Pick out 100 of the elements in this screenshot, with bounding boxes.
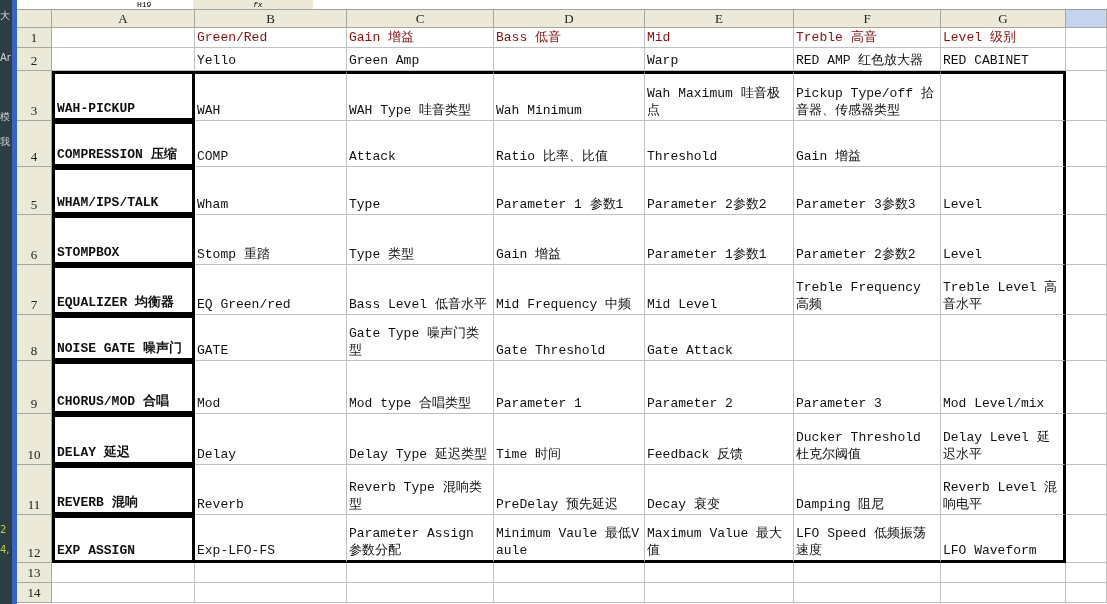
- table-cell: [1066, 361, 1107, 414]
- row-header[interactable]: 3: [17, 71, 52, 121]
- table-cell: Parameter 3参数3: [794, 167, 941, 215]
- table-cell: Reverb Type 混响类型: [347, 465, 494, 515]
- table-cell: [1066, 215, 1107, 265]
- table-cell: Mid Level: [645, 265, 794, 315]
- table-cell: Ducker Threshold 杜克尔阈值: [794, 414, 941, 465]
- table-cell: [1066, 563, 1107, 583]
- panel-text: 2: [0, 524, 7, 536]
- column-header[interactable]: B: [195, 10, 347, 28]
- table-cell: EXP ASSIGN: [52, 515, 195, 563]
- column-header[interactable]: F: [794, 10, 941, 28]
- table-cell: Gate Threshold: [494, 315, 645, 361]
- table-cell: Treble Level 高音水平: [941, 265, 1066, 315]
- table-cell: Bass Level 低音水平: [347, 265, 494, 315]
- row-header[interactable]: 9: [17, 361, 52, 414]
- table-cell: DELAY 延迟: [52, 414, 195, 465]
- table-cell: Treble Frequency 高频: [794, 265, 941, 315]
- column-header[interactable]: A: [52, 10, 195, 28]
- table-cell: LFO Waveform: [941, 515, 1066, 563]
- table-cell: Level: [941, 215, 1066, 265]
- table-cell: WAH Type 哇音类型: [347, 71, 494, 121]
- table-cell: Warp: [645, 48, 794, 71]
- row-header[interactable]: 13: [17, 563, 52, 583]
- table-cell: Mod type 合唱类型: [347, 361, 494, 414]
- table-cell: RED AMP 红色放大器: [794, 48, 941, 71]
- column-header[interactable]: C: [347, 10, 494, 28]
- table-cell: [1066, 515, 1107, 563]
- table-cell: Delay Type 延迟类型: [347, 414, 494, 465]
- table-cell: Level 级别: [941, 28, 1066, 48]
- table-cell: Maximum Value 最大值: [645, 515, 794, 563]
- table-cell: WHAM/IPS/TALK: [52, 167, 195, 215]
- row-header[interactable]: 11: [17, 465, 52, 515]
- table-cell: CHORUS/MOD 合唱: [52, 361, 195, 414]
- row-header[interactable]: 5: [17, 167, 52, 215]
- table-cell: EQ Green/red: [195, 265, 347, 315]
- panel-text: 大: [0, 10, 10, 22]
- table-cell: [1066, 465, 1107, 515]
- row-header[interactable]: 2: [17, 48, 52, 71]
- function-button[interactable]: fx: [193, 0, 313, 9]
- table-cell: Wham: [195, 167, 347, 215]
- select-all-corner[interactable]: [17, 10, 52, 28]
- table-cell: Attack: [347, 121, 494, 167]
- table-cell: Type 类型: [347, 215, 494, 265]
- table-cell: Parameter 1: [494, 361, 645, 414]
- table-cell: Mid Frequency 中频: [494, 265, 645, 315]
- row-header[interactable]: 4: [17, 121, 52, 167]
- table-cell: [1066, 315, 1107, 361]
- table-cell: Minimum Vaule 最低Vaule: [494, 515, 645, 563]
- panel-text: Ar: [0, 52, 11, 64]
- table-cell: Feedback 反馈: [645, 414, 794, 465]
- table-cell: [1066, 71, 1107, 121]
- table-cell: Mod: [195, 361, 347, 414]
- table-cell: Gate Attack: [645, 315, 794, 361]
- table-cell: Delay: [195, 414, 347, 465]
- table-cell: Reverb: [195, 465, 347, 515]
- row-header[interactable]: 6: [17, 215, 52, 265]
- table-cell: [1066, 167, 1107, 215]
- table-cell: Gain 增益: [347, 28, 494, 48]
- table-cell: Type: [347, 167, 494, 215]
- panel-text: 我: [0, 136, 10, 148]
- table-cell: [1066, 265, 1107, 315]
- table-cell: Parameter 3: [794, 361, 941, 414]
- column-header[interactable]: E: [645, 10, 794, 28]
- table-cell: [1066, 28, 1107, 48]
- column-header[interactable]: D: [494, 10, 645, 28]
- table-cell: Wah Maximum 哇音极点: [645, 71, 794, 121]
- table-cell: Parameter Assign 参数分配: [347, 515, 494, 563]
- table-cell: REVERB 混响: [52, 465, 195, 515]
- table-cell: [1066, 48, 1107, 71]
- panel-text: 模: [0, 111, 10, 123]
- row-header[interactable]: 12: [17, 515, 52, 563]
- table-cell: WAH-PICKUP: [52, 71, 195, 121]
- table-cell: Mod Level/mix: [941, 361, 1066, 414]
- table-cell: Parameter 1 参数1: [494, 167, 645, 215]
- table-cell: Pickup Type/off 拾音器、传感器类型: [794, 71, 941, 121]
- table-cell: Level: [941, 167, 1066, 215]
- table-cell: [1066, 583, 1107, 603]
- row-header[interactable]: 10: [17, 414, 52, 465]
- table-cell: COMPRESSION 压缩: [52, 121, 195, 167]
- table-cell: Mid: [645, 28, 794, 48]
- table-cell: Ratio 比率、比值: [494, 121, 645, 167]
- table-cell: RED CABINET: [941, 48, 1066, 71]
- row-header[interactable]: 1: [17, 28, 52, 48]
- table-cell: STOMPBOX: [52, 215, 195, 265]
- table-cell: Threshold: [645, 121, 794, 167]
- table-cell: WAH: [195, 71, 347, 121]
- table-cell: Time 时间: [494, 414, 645, 465]
- row-header[interactable]: 14: [17, 583, 52, 603]
- row-header[interactable]: 8: [17, 315, 52, 361]
- row-header[interactable]: 7: [17, 265, 52, 315]
- column-header[interactable]: [1066, 10, 1107, 28]
- table-cell: Stomp 重踏: [195, 215, 347, 265]
- column-header[interactable]: G: [941, 10, 1066, 28]
- table-cell: PreDelay 预先延迟: [494, 465, 645, 515]
- table-cell: Parameter 1参数1: [645, 215, 794, 265]
- table-cell: Yello: [195, 48, 347, 71]
- table-cell: Gate Type 噪声门类型: [347, 315, 494, 361]
- table-cell: [1066, 414, 1107, 465]
- table-cell: Delay Level 延迟水平: [941, 414, 1066, 465]
